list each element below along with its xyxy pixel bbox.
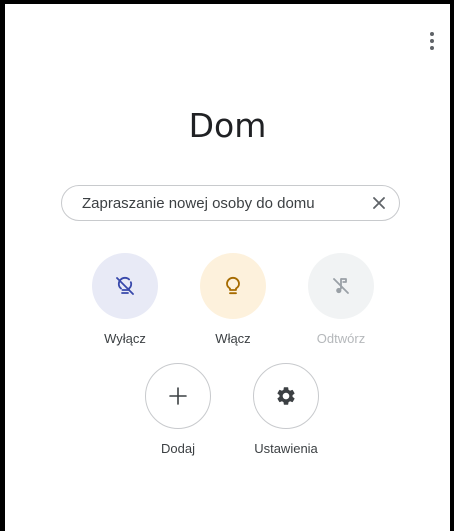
play-label: Odtwórz [316,331,366,346]
turn-on-action[interactable]: Włącz [183,253,283,346]
add-action[interactable]: Dodaj [128,363,228,456]
settings-button[interactable] [253,363,319,429]
play-action: Odtwórz [291,253,391,346]
turn-off-button[interactable] [92,253,158,319]
lightbulb-icon [226,276,240,295]
gear-icon [277,387,295,405]
turn-off-label: Wyłącz [104,331,146,346]
lightbulb-off-icon [116,276,134,295]
music-off-icon [333,278,349,294]
home-screen: Dom Zapraszanie nowej osoby do domu Wyłą… [5,4,450,531]
plus-icon [169,387,187,405]
settings-label: Ustawienia [254,441,318,456]
close-icon[interactable] [369,193,389,213]
add-button[interactable] [145,363,211,429]
invite-chip-label: Zapraszanie nowej osoby do domu [82,194,315,212]
invite-person-chip[interactable]: Zapraszanie nowej osoby do domu [61,185,400,221]
add-label: Dodaj [161,441,195,456]
settings-action[interactable]: Ustawienia [236,363,336,456]
page-title: Dom [188,106,267,145]
turn-on-label: Włącz [215,331,251,346]
turn-on-button[interactable] [200,253,266,319]
play-button [308,253,374,319]
turn-off-action[interactable]: Wyłącz [75,253,175,346]
more-options-icon[interactable] [422,32,442,50]
